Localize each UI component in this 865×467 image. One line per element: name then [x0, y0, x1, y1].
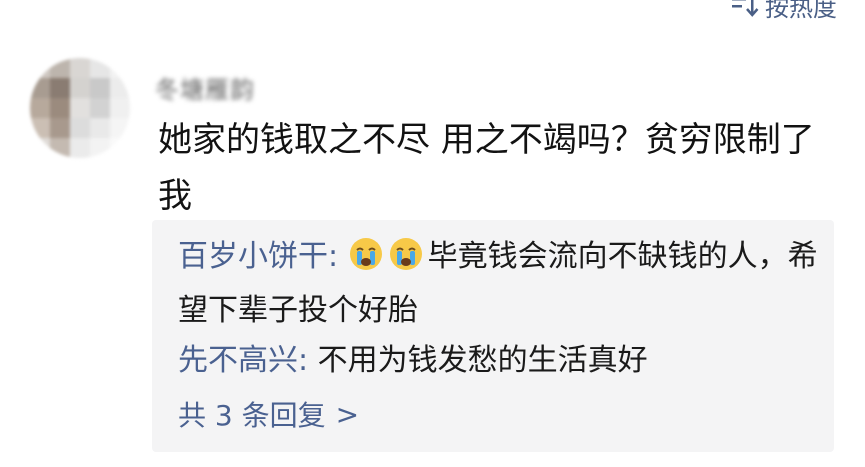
comment-text: 她家的钱取之不尽 用之不竭吗？贫穷限制了我 — [158, 120, 815, 216]
reply-username[interactable]: 先不高兴: — [178, 343, 308, 378]
crying-face-emoji — [349, 238, 382, 270]
avatar[interactable] — [30, 58, 130, 158]
reply-item[interactable]: 先不高兴: 不用为钱发愁的生活真好 — [178, 334, 818, 388]
sort-icon — [732, 0, 759, 17]
reply-text: 不用为钱发愁的生活真好 — [317, 343, 648, 378]
sort-by-popularity-button[interactable]: 按热度 — [731, 0, 837, 22]
reply-item[interactable]: 百岁小饼干: 毕竟钱会流向不缺钱的人，希望下辈子投个好胎 — [178, 230, 818, 338]
more-replies-label: 共 3 条回复 — [178, 399, 326, 432]
sort-label: 按热度 — [765, 0, 837, 22]
reply-username[interactable]: 百岁小饼干: — [178, 239, 338, 274]
replies-panel[interactable]: 百岁小饼干: 毕竟钱会流向不缺钱的人，希望下辈子投个好胎 先不高兴: 不用为钱发… — [152, 220, 834, 452]
view-more-replies-link[interactable]: 共 3 条回复 > — [178, 394, 359, 434]
chevron-right-icon: > — [335, 397, 360, 431]
crying-face-emoji — [389, 238, 422, 270]
comment-username[interactable]: 冬塘雁韵 — [155, 70, 255, 105]
